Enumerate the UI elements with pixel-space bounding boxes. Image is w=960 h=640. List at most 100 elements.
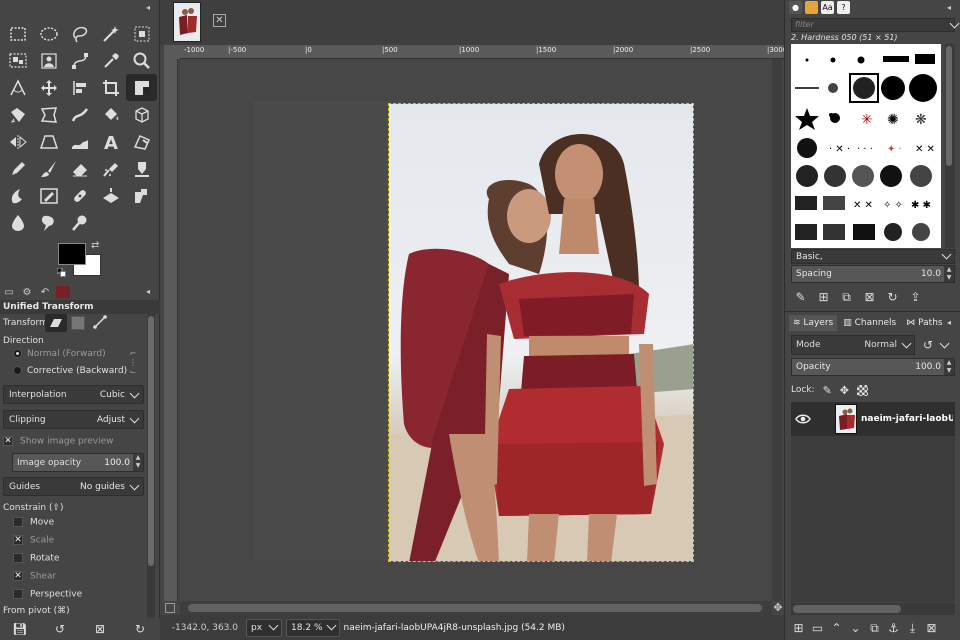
tool-options-menu-icon[interactable]: ◂ [146,287,156,297]
quick-mask-toggle[interactable] [165,603,175,613]
merge-layer-icon[interactable]: ⤓ [903,621,922,636]
cage-transform-tool-icon[interactable] [33,101,64,128]
images-tab-icon[interactable] [56,286,70,298]
fonts-tab-icon[interactable]: Aa [821,1,834,14]
lower-layer-icon[interactable]: ⌄ [846,621,865,635]
spinner-arrows-icon[interactable]: ▲ ▼ [133,454,143,471]
constrain-rotate-checkbox[interactable] [13,553,23,563]
constrain-perspective-option[interactable]: Perspective [13,589,82,600]
horizontal-scroll-thumb[interactable] [188,604,762,612]
color-picker-tool-icon[interactable] [95,47,126,74]
lock-pixels-icon[interactable]: ✎ [823,384,832,397]
foreground-select-tool-icon[interactable] [33,47,64,74]
flip-tool-icon[interactable] [2,128,33,155]
swap-colors-icon[interactable]: ⇄ [91,240,99,251]
constrain-move-checkbox[interactable] [13,517,23,527]
move-tool-icon[interactable] [33,74,64,101]
align-tool-icon[interactable] [64,74,95,101]
new-layer-group-icon[interactable]: ▭ [808,621,827,635]
constrain-shear-checkbox[interactable]: ✕ [13,571,23,581]
ellipse-select-tool-icon[interactable] [33,20,64,47]
eraser-tool-icon[interactable] [64,155,95,182]
refresh-brushes-icon[interactable]: ↻ [881,290,904,304]
brush-grid-scroll-thumb[interactable] [946,46,952,166]
dodge-burn-tool-icon[interactable] [2,209,33,236]
horizontal-ruler[interactable]: -1000 |-500 |0 |500 |1000 |1500 |2000 |2500 |300… [180,45,784,59]
direction-normal-option[interactable]: Normal (Forward) [13,349,106,359]
brush-filter-input[interactable]: filter [791,18,955,32]
zoom-combo[interactable]: 18.2 % [286,618,340,637]
restore-options-icon[interactable]: ↺ [52,622,68,636]
vertical-ruler[interactable] [164,59,178,601]
brush-spacing-spinner[interactable]: Spacing 10.0 ▲ ▼ [791,265,955,283]
filter-dropdown-icon[interactable] [945,18,960,30]
constrain-perspective-checkbox[interactable] [13,589,23,599]
image-layer[interactable] [388,103,694,562]
blur-sharpen-tool-icon[interactable] [126,182,157,209]
clone-tool-icon[interactable] [33,182,64,209]
brushes-menu-icon[interactable]: ◂ [947,3,957,13]
canvas-horizontal-scrollbar[interactable] [180,601,772,615]
chevron-down-icon[interactable] [939,338,950,348]
text-tool-icon[interactable]: A [95,128,126,155]
show-preview-option[interactable]: ✕ Show image preview [3,436,114,447]
duplicate-layer-icon[interactable]: ⧉ [865,621,884,636]
rect-select-tool-icon[interactable] [2,20,33,47]
paintbrush-tool-icon[interactable] [33,155,64,182]
delete-brush-icon[interactable]: ⊠ [858,290,881,304]
gradient-tool-icon[interactable] [126,128,157,155]
anchor-layer-icon[interactable]: ⚓︎ [884,621,903,635]
brush-tag-combo[interactable]: Basic, [791,249,955,264]
constrain-shear-option[interactable]: ✕ Shear [13,571,56,582]
eye-icon[interactable] [795,411,811,427]
layers-horizontal-scrollbar[interactable] [791,603,955,615]
image-tab-thumbnail[interactable] [173,2,201,42]
brush-grid-scrollbar[interactable] [945,44,955,248]
delete-layer-icon[interactable]: ⊠ [922,621,941,635]
save-options-icon[interactable]: 💾︎ [12,622,28,636]
navigate-icon[interactable]: ✥ [772,601,784,615]
constrain-scale-checkbox[interactable]: ✕ [13,535,23,545]
direction-corrective-option[interactable]: Corrective (Backward) [13,366,127,376]
perspective-tool-icon[interactable] [33,128,64,155]
edit-brush-icon[interactable]: ✎ [789,290,812,304]
bucket-fill-tool-icon[interactable] [95,101,126,128]
pencil-tool-icon[interactable] [2,155,33,182]
smudge-tool-icon[interactable] [33,209,64,236]
open-brush-as-image-icon[interactable]: ⇪ [904,290,927,304]
airbrush-tool-icon[interactable] [95,155,126,182]
unified-transform-tool-icon[interactable] [126,74,157,101]
select-by-color-tool-icon[interactable] [2,47,33,74]
duplicate-brush-icon[interactable]: ⧉ [835,290,858,305]
raise-layer-icon[interactable]: ⌃ [827,621,846,635]
tab-layers[interactable]: ≋ Layers [789,315,838,331]
lock-position-icon[interactable]: ✥ [840,384,849,397]
zoom-tool-icon[interactable] [126,47,157,74]
transform-layer-button[interactable] [45,314,67,332]
delete-options-icon[interactable]: ⊠ [92,622,108,636]
constrain-rotate-option[interactable]: Rotate [13,553,59,564]
lock-alpha-icon[interactable] [857,384,868,396]
layer-mode-combo[interactable]: Mode Normal [791,335,915,355]
layer-name[interactable]: naeim-jafari-laobUPA4jR8-unsplash.jpg [861,414,953,424]
clipping-combo[interactable]: Clipping Adjust [3,410,144,429]
convolve-tool-icon[interactable] [64,209,95,236]
transform-selection-button[interactable] [71,316,85,330]
unit-combo[interactable]: px [246,618,283,637]
guides-combo[interactable]: Guides No guides [3,477,144,496]
layers-scroll-thumb[interactable] [793,605,901,613]
transform-path-button[interactable] [92,314,108,330]
tab-paths[interactable]: ⋈ Paths [902,315,946,331]
scissors-select-tool-icon[interactable] [126,20,157,47]
device-status-tab-icon[interactable]: ▭ [2,286,16,298]
foreground-color-swatch[interactable] [58,243,86,265]
3d-transform-tool-icon[interactable] [126,101,157,128]
paths-tool-icon[interactable] [64,47,95,74]
lasso-tool-icon[interactable] [64,20,95,47]
heal-tool-icon[interactable] [64,182,95,209]
image-opacity-spinner[interactable]: Image opacity 100.0 ▲ ▼ [12,453,144,472]
canvas[interactable] [180,59,772,601]
spinner-arrows-icon[interactable]: ▲ ▼ [944,266,954,282]
tool-options-scroll-thumb[interactable] [148,316,154,566]
reset-colors-icon[interactable] [57,268,66,277]
